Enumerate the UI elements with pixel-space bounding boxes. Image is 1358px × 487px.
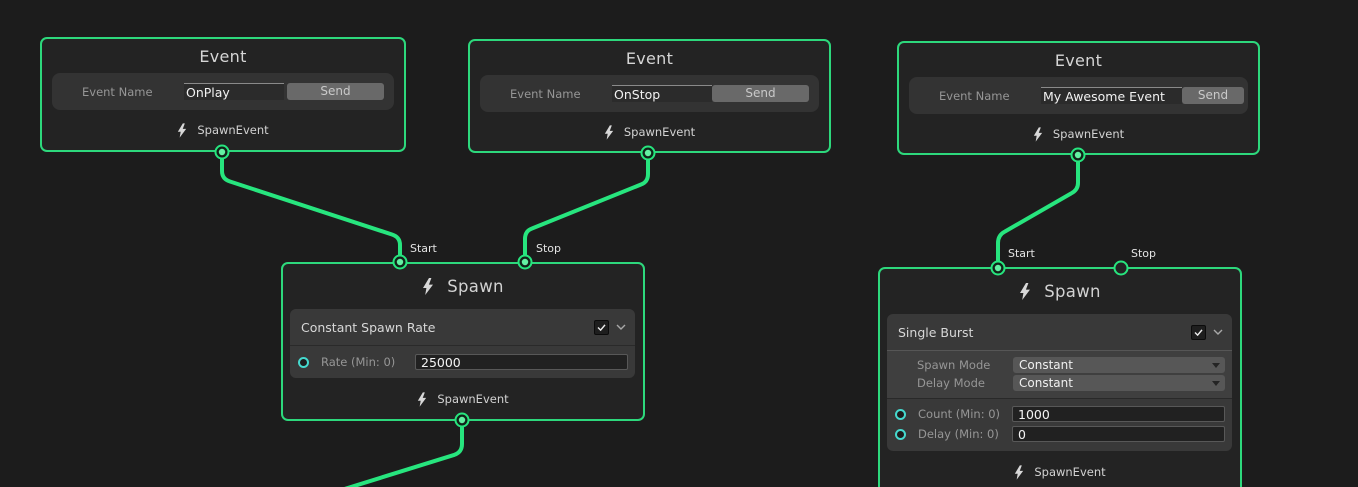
node-title: Event <box>42 39 404 73</box>
block-header: Constant Spawn Rate <box>290 309 635 346</box>
send-button[interactable]: Send <box>287 83 384 100</box>
block-fields: Count (Min: 0) Delay (Min: 0) <box>887 399 1232 451</box>
spawn-event-output-row: SpawnEvent <box>42 110 404 150</box>
event-name-input[interactable] <box>184 83 284 100</box>
lightning-icon <box>177 123 187 138</box>
block-enabled-checkbox[interactable] <box>594 320 609 335</box>
lightning-icon <box>604 125 614 140</box>
node-title-row: Spawn <box>283 264 643 309</box>
rate-input[interactable] <box>415 354 628 370</box>
dropdown-arrow-icon <box>1212 363 1220 368</box>
property-label: Count (Min: 0) <box>918 407 1012 421</box>
spawn-event-output-row: SpawnEvent <box>880 453 1240 487</box>
spawn-event-label: SpawnEvent <box>1034 465 1105 479</box>
node-title: Event <box>470 41 829 75</box>
setting-label: Delay Mode <box>917 376 1013 390</box>
property-port-icon[interactable] <box>895 409 906 420</box>
node-spawn-burst[interactable]: Spawn Single Burst Spawn Mode Constant <box>878 267 1242 487</box>
property-row: Count (Min: 0) <box>887 404 1232 424</box>
stop-port-label: Stop <box>1131 247 1156 260</box>
setting-row: Delay Mode Constant <box>887 374 1232 392</box>
event-name-label: Event Name <box>510 87 612 101</box>
count-input[interactable] <box>1012 406 1225 422</box>
block-title: Single Burst <box>898 325 1191 340</box>
spawn-event-label: SpawnEvent <box>624 125 695 139</box>
checkmark-icon <box>1194 329 1203 336</box>
event-settings-panel: Event Name Send <box>480 75 819 112</box>
edge-spawn-output-down[interactable] <box>322 420 462 487</box>
setting-label: Spawn Mode <box>917 358 1013 372</box>
chevron-down-icon[interactable] <box>1213 329 1223 335</box>
event-name-input[interactable] <box>612 85 712 102</box>
event-settings-panel: Event Name Send <box>909 77 1248 114</box>
dropdown-value: Constant <box>1019 376 1073 390</box>
block-settings: Spawn Mode Constant Delay Mode Constant <box>887 351 1232 399</box>
checkmark-icon <box>597 324 606 331</box>
start-port-label: Start <box>410 242 437 255</box>
block-enabled-checkbox[interactable] <box>1191 325 1206 340</box>
node-title: Event <box>899 43 1258 77</box>
delay-mode-dropdown[interactable]: Constant <box>1013 375 1225 391</box>
start-port-label: Start <box>1008 247 1035 260</box>
property-label: Delay (Min: 0) <box>918 427 1012 441</box>
setting-row: Spawn Mode Constant <box>887 356 1232 374</box>
stop-port-label: Stop <box>536 242 561 255</box>
spawn-event-label: SpawnEvent <box>1053 127 1124 141</box>
block-header: Single Burst <box>887 314 1232 351</box>
send-button[interactable]: Send <box>1182 87 1244 104</box>
spawn-event-label: SpawnEvent <box>437 392 508 406</box>
block-fields: Rate (Min: 0) <box>290 346 635 378</box>
node-event-onstop[interactable]: Event Event Name Send SpawnEvent <box>468 39 831 153</box>
event-name-label: Event Name <box>939 89 1041 103</box>
lightning-icon <box>417 392 427 407</box>
property-label: Rate (Min: 0) <box>321 355 415 369</box>
property-row: Rate (Min: 0) <box>290 350 635 374</box>
node-title: Spawn <box>1044 282 1101 301</box>
lightning-icon <box>1019 283 1031 300</box>
dropdown-value: Constant <box>1019 358 1073 372</box>
edge-onplay-to-start[interactable] <box>222 152 400 262</box>
spawn-event-output-row: SpawnEvent <box>283 380 643 418</box>
block-constant-spawn-rate[interactable]: Constant Spawn Rate Rate (Min: 0) <box>290 309 635 378</box>
property-port-icon[interactable] <box>895 429 906 440</box>
lightning-icon <box>1033 127 1043 142</box>
send-button[interactable]: Send <box>712 85 809 102</box>
block-title: Constant Spawn Rate <box>301 320 594 335</box>
block-single-burst[interactable]: Single Burst Spawn Mode Constant <box>887 314 1232 451</box>
spawn-event-output-row: SpawnEvent <box>470 112 829 152</box>
lightning-icon <box>1014 465 1024 480</box>
property-row: Delay (Min: 0) <box>887 424 1232 444</box>
node-event-onplay[interactable]: Event Event Name Send SpawnEvent <box>40 37 406 152</box>
event-name-label: Event Name <box>82 85 184 99</box>
node-title: Spawn <box>447 277 504 296</box>
node-event-awesome[interactable]: Event Event Name Send SpawnEvent <box>897 41 1260 155</box>
lightning-icon <box>422 278 434 295</box>
spawn-event-output-row: SpawnEvent <box>899 114 1258 154</box>
graph-canvas[interactable]: Event Event Name Send SpawnEvent Event E… <box>0 0 1358 487</box>
spawn-event-label: SpawnEvent <box>197 123 268 137</box>
dropdown-arrow-icon <box>1212 381 1220 386</box>
event-settings-panel: Event Name Send <box>52 73 394 110</box>
property-port-icon[interactable] <box>298 357 309 368</box>
delay-input[interactable] <box>1012 426 1225 442</box>
spawn-mode-dropdown[interactable]: Constant <box>1013 357 1225 373</box>
chevron-down-icon[interactable] <box>616 324 626 330</box>
node-title-row: Spawn <box>880 269 1240 314</box>
event-name-input[interactable] <box>1041 87 1182 104</box>
node-spawn-constant[interactable]: Spawn Constant Spawn Rate Rate (Min: 0) <box>281 262 645 421</box>
